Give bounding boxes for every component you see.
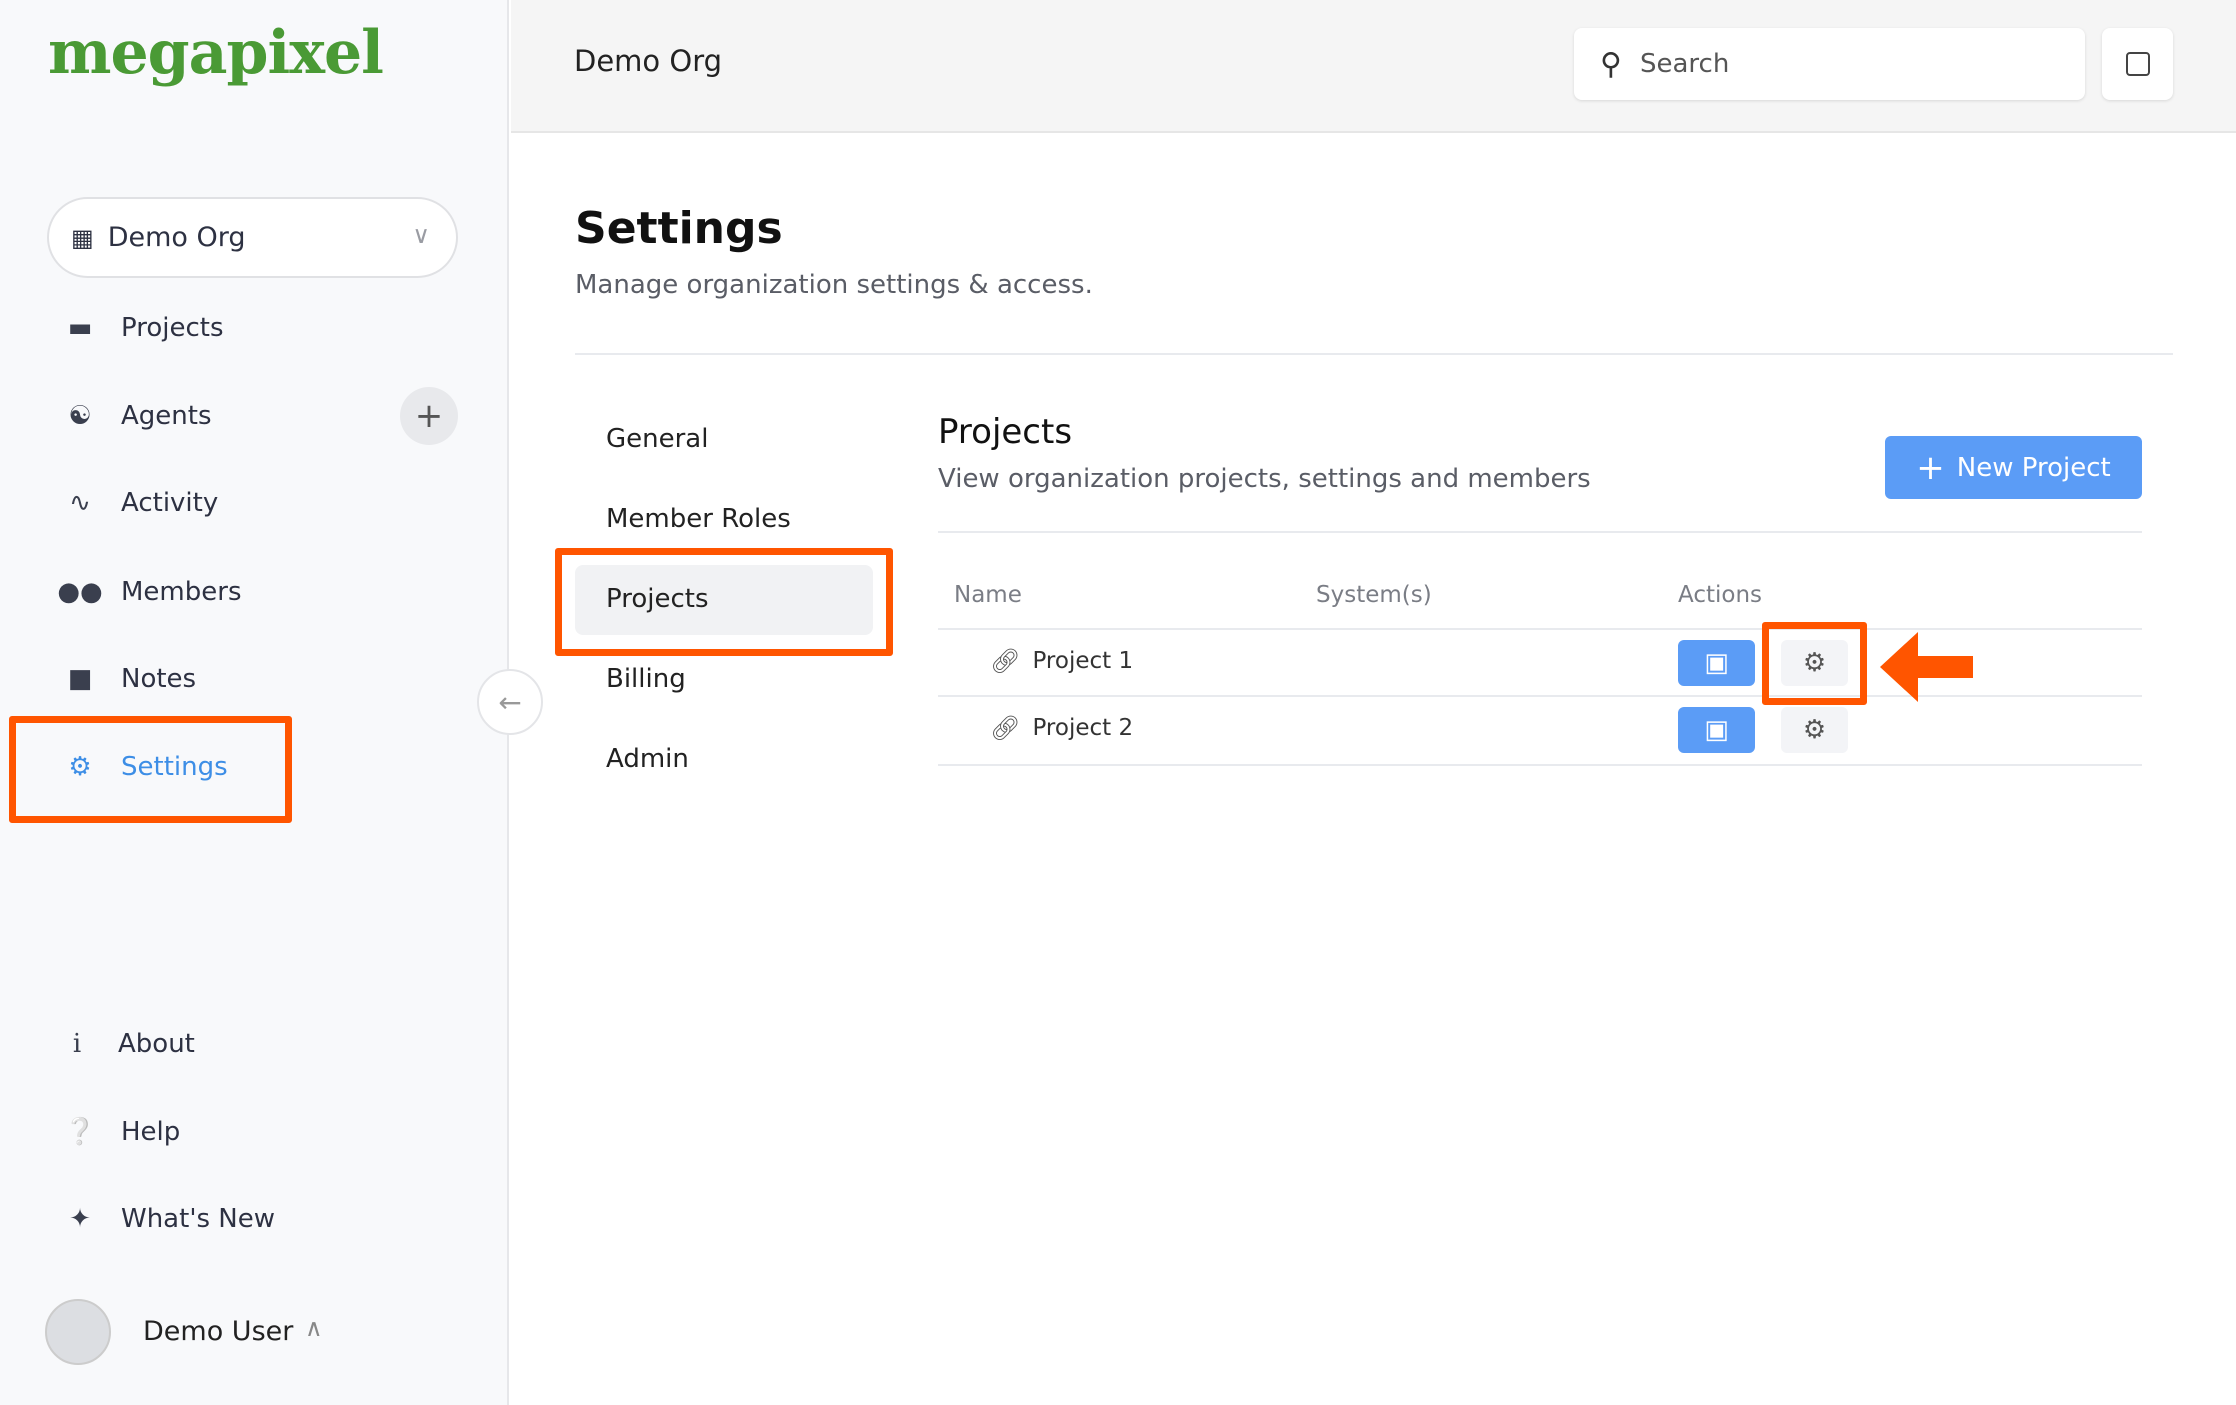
sidebar-item-members[interactable]: ●● Members bbox=[57, 562, 460, 622]
settings-nav-member-roles[interactable]: Member Roles bbox=[606, 504, 791, 534]
folder-plus-icon: ▣ bbox=[1704, 715, 1729, 745]
chevron-down-icon: ∨ bbox=[412, 221, 430, 249]
add-to-folder-button[interactable]: ▣ bbox=[1678, 640, 1755, 686]
info-icon: i bbox=[72, 1029, 82, 1059]
sidebar-item-label: Help bbox=[121, 1117, 181, 1147]
help-icon: ❔ bbox=[63, 1117, 97, 1147]
page-subtitle: Manage organization settings & access. bbox=[575, 270, 1093, 300]
user-name[interactable]: Demo User bbox=[143, 1316, 293, 1347]
sidebar-item-label: Notes bbox=[121, 664, 197, 694]
sidebar-item-label: Members bbox=[121, 577, 242, 607]
project-link[interactable]: 🔗︎ Project 1 bbox=[990, 647, 1133, 675]
new-project-label: New Project bbox=[1956, 452, 2111, 483]
users-icon: ●● bbox=[57, 577, 103, 607]
arrow-left-annotation bbox=[1880, 632, 1973, 702]
sidebar-item-label: Projects bbox=[121, 313, 224, 343]
table-row: 🔗︎ Project 2 ▣ ⚙ bbox=[938, 697, 2142, 763]
sidebar-item-label: Agents bbox=[121, 401, 212, 431]
sidebar-item-label: Activity bbox=[121, 488, 219, 518]
chevron-up-icon[interactable]: ∧ bbox=[305, 1314, 323, 1342]
sidebar-item-activity[interactable]: ∿ Activity bbox=[60, 473, 460, 533]
settings-nav-general[interactable]: General bbox=[606, 424, 708, 454]
project-name: Project 2 bbox=[1032, 715, 1134, 741]
avatar[interactable] bbox=[45, 1299, 111, 1365]
org-selector[interactable]: ▦ Demo Org ∨ bbox=[47, 197, 458, 278]
arrow-shape bbox=[1880, 632, 1973, 702]
divider bbox=[575, 353, 2173, 355]
top-header: Demo Org ⚲ Search bbox=[511, 0, 2236, 133]
column-header-name: Name bbox=[954, 582, 1022, 608]
column-header-systems: System(s) bbox=[1316, 582, 1432, 608]
search-icon: ⚲ bbox=[1600, 46, 1622, 82]
folder-icon: ▬ bbox=[67, 313, 93, 343]
row-divider bbox=[938, 764, 2142, 766]
sidebar: megapixel ▦ Demo Org ∨ ▬ Projects ☯ Agents… bbox=[0, 0, 509, 1405]
sidebar-item-notes[interactable]: ■ Notes bbox=[60, 649, 460, 709]
header-title: Demo Org bbox=[574, 44, 723, 78]
page-title: Settings bbox=[575, 203, 783, 254]
search-placeholder: Search bbox=[1639, 49, 1730, 79]
settings-highlight-box bbox=[9, 716, 292, 823]
projects-title: Projects bbox=[938, 412, 1073, 452]
folder-plus-icon: ▣ bbox=[1704, 648, 1729, 678]
building-icon: ▦ bbox=[71, 223, 94, 252]
projects-subtitle: View organization projects, settings and… bbox=[938, 464, 1591, 494]
sidebar-item-whats-new[interactable]: ✦ What's New bbox=[60, 1189, 460, 1249]
project-link[interactable]: 🔗︎ Project 2 bbox=[990, 714, 1133, 742]
gear-highlight-box bbox=[1762, 622, 1867, 705]
link-icon: 🔗︎ bbox=[990, 647, 1021, 675]
logo: megapixel bbox=[48, 18, 384, 88]
antenna-icon: ☯ bbox=[68, 401, 92, 431]
column-header-actions: Actions bbox=[1678, 582, 1763, 608]
add-to-folder-button[interactable]: ▣ bbox=[1678, 707, 1755, 753]
link-icon: 🔗︎ bbox=[990, 714, 1021, 742]
projects-nav-highlight-box bbox=[555, 548, 893, 656]
sparkles-icon: ✦ bbox=[69, 1204, 91, 1234]
divider bbox=[938, 531, 2142, 533]
add-agent-button[interactable]: + bbox=[400, 387, 458, 445]
settings-nav-admin[interactable]: Admin bbox=[606, 744, 689, 774]
notes-button[interactable] bbox=[2102, 28, 2173, 100]
note-icon bbox=[2125, 52, 2150, 76]
sidebar-item-label: What's New bbox=[121, 1204, 275, 1234]
sidebar-item-help[interactable]: ❔ Help bbox=[60, 1102, 460, 1162]
settings-nav-billing[interactable]: Billing bbox=[606, 664, 686, 694]
gear-icon: ⚙ bbox=[1802, 715, 1827, 745]
org-name: Demo Org bbox=[107, 222, 246, 253]
sidebar-item-about[interactable]: i About bbox=[57, 1014, 457, 1074]
project-name: Project 1 bbox=[1032, 648, 1134, 674]
project-settings-button[interactable]: ⚙ bbox=[1781, 707, 1848, 753]
pulse-icon: ∿ bbox=[69, 488, 91, 518]
collapse-sidebar-button[interactable]: ← bbox=[477, 669, 543, 735]
plus-icon: + bbox=[1916, 447, 1945, 488]
note-icon: ■ bbox=[67, 664, 93, 694]
sidebar-item-label: About bbox=[118, 1029, 195, 1059]
search-input[interactable]: ⚲ Search bbox=[1574, 28, 2085, 100]
sidebar-item-projects[interactable]: ▬ Projects bbox=[60, 298, 460, 358]
new-project-button[interactable]: + New Project bbox=[1885, 436, 2142, 499]
